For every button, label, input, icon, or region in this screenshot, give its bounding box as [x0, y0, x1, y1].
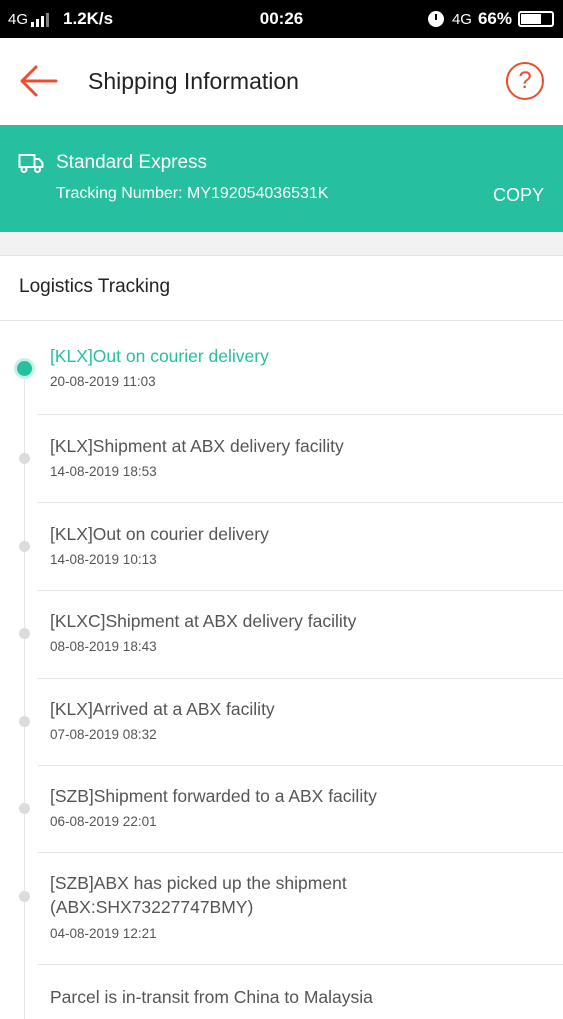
event-divider — [38, 414, 563, 415]
status-dot — [19, 891, 30, 902]
tracking-number: Tracking Number: MY192054036531K — [56, 185, 329, 202]
alarm-icon — [427, 11, 444, 27]
battery-icon — [518, 11, 554, 27]
event-time: 14-08-2019 10:13 — [50, 552, 157, 567]
event-time: 04-08-2019 12:21 — [50, 926, 157, 941]
shipping-banner: Standard Express Tracking Number: MY1920… — [0, 125, 563, 232]
battery-percent: 66% — [477, 9, 512, 28]
truck-icon — [18, 152, 44, 179]
event-title: [KLX]Out on courier delivery — [50, 524, 269, 544]
event-divider — [38, 964, 563, 965]
copy-button[interactable]: COPY — [493, 185, 544, 206]
event-time: 20-08-2019 11:03 — [50, 374, 156, 389]
event-divider — [38, 678, 563, 679]
event-time: 08-08-2019 18:43 — [50, 639, 157, 654]
event-divider — [38, 852, 563, 853]
tracking-timeline: [KLX]Out on courier delivery 20-08-2019 … — [0, 321, 563, 1019]
event-title: [KLXC]Shipment at ABX delivery facility — [50, 611, 357, 631]
question-circle-icon[interactable]: ? — [506, 62, 544, 100]
event-time: 06-08-2019 22:01 — [50, 814, 157, 829]
status-dot — [19, 803, 30, 814]
event-title: [SZB]ABX has picked up the shipment (ABX… — [50, 873, 347, 917]
event-time: 14-08-2019 18:53 — [50, 464, 157, 479]
network-type-right: 4G — [451, 10, 472, 28]
event-divider — [38, 590, 563, 591]
arrow-left-icon[interactable] — [18, 64, 58, 98]
event-time: 07-08-2019 08:32 — [50, 727, 157, 742]
event-divider — [38, 765, 563, 766]
page-title: Shipping Information — [88, 68, 299, 94]
status-bar: 4G 1.2K/s 00:26 4G 66% — [0, 0, 563, 38]
event-title: [KLX]Shipment at ABX delivery facility — [50, 436, 344, 456]
status-dot — [19, 716, 30, 727]
event-title: [SZB]Shipment forwarded to a ABX facilit… — [50, 786, 377, 806]
status-right: 4G 66% — [427, 9, 554, 29]
status-dot — [19, 541, 30, 552]
event-title: Parcel is in-transit from China to Malay… — [50, 987, 373, 1007]
status-dot — [19, 453, 30, 464]
event-title: [KLX]Arrived at a ABX facility — [50, 699, 275, 719]
status-dot — [19, 628, 30, 639]
shipping-method: Standard Express — [56, 152, 208, 173]
section-divider — [0, 232, 563, 256]
event-title: [KLX]Out on courier delivery — [50, 346, 269, 366]
timeline-line — [24, 379, 25, 1019]
logistics-title: Logistics Tracking — [19, 276, 171, 297]
status-dot-active — [17, 361, 32, 376]
app-header: Shipping Information ? — [0, 38, 563, 125]
event-divider — [38, 502, 563, 503]
